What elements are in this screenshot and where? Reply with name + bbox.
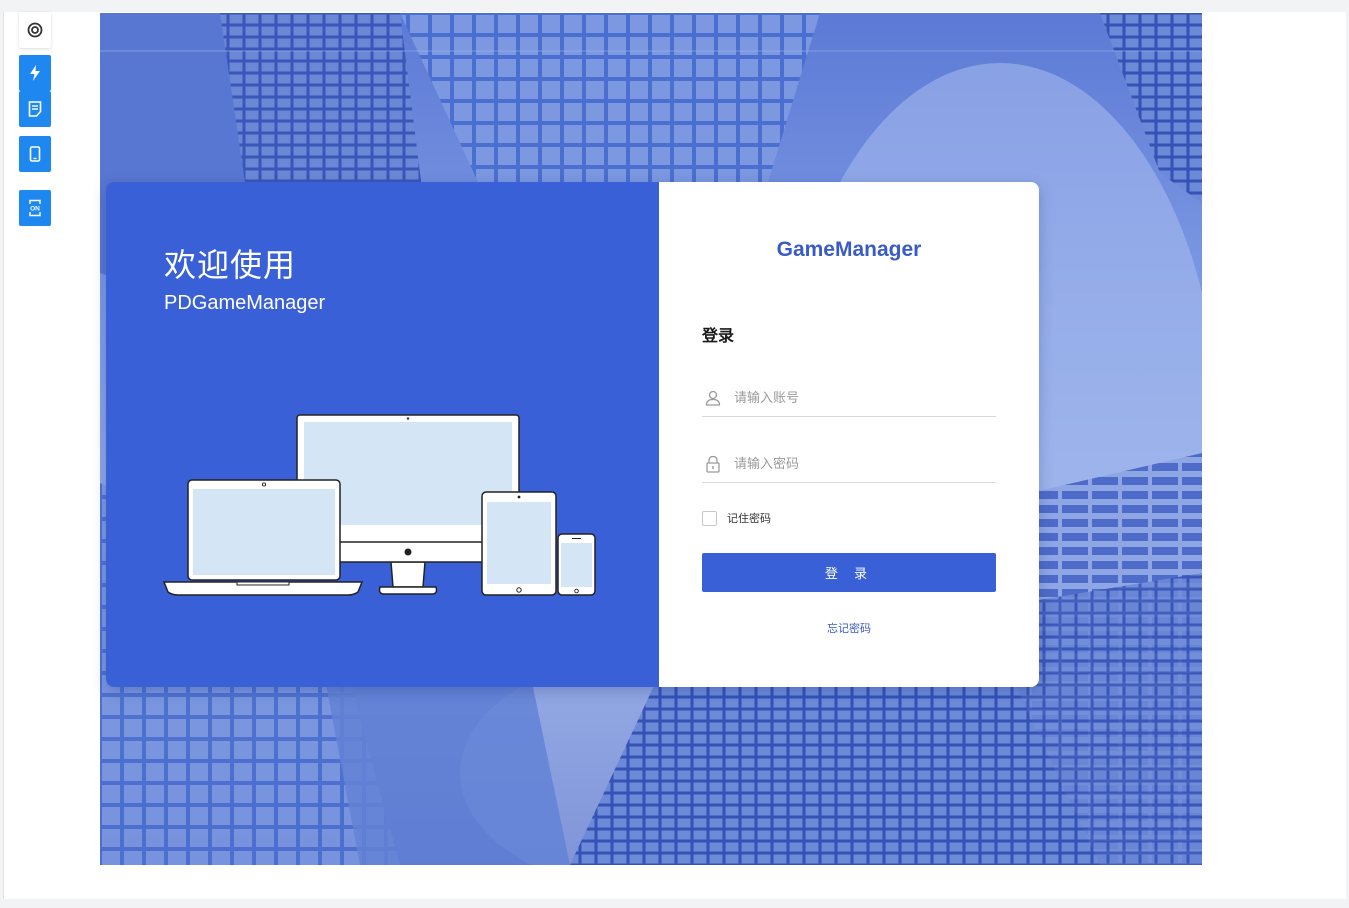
welcome-subtitle: PDGameManager — [164, 292, 326, 314]
on-toggle-icon: ON — [29, 199, 41, 217]
rail-separator — [19, 127, 51, 133]
lock-icon — [702, 453, 724, 475]
svg-text:ON: ON — [30, 206, 40, 213]
login-panel: GameManager 登录 请输入账号 记住密码 登 录 忘记密码 — [659, 182, 1039, 687]
login-heading: 登录 — [702, 326, 735, 345]
remember-password[interactable]: 记住密码 — [702, 510, 771, 526]
target-button[interactable] — [19, 12, 51, 48]
login-card: 欢迎使用 PDGameManager GameManager 登录 请输入账号 … — [106, 182, 1039, 687]
phone-icon — [557, 533, 596, 596]
mobile-button[interactable] — [19, 136, 51, 172]
login-button[interactable]: 登 录 — [702, 553, 996, 592]
remember-checkbox[interactable] — [702, 510, 717, 526]
lightning-icon — [30, 65, 40, 81]
welcome-title: 欢迎使用 — [164, 246, 297, 284]
mobile-icon — [29, 146, 41, 162]
account-input[interactable] — [732, 389, 986, 407]
laptop-icon — [162, 479, 364, 596]
brand-title: GameManager — [776, 238, 922, 261]
target-icon — [27, 22, 43, 38]
password-field — [702, 446, 996, 483]
user-icon — [702, 387, 724, 409]
forgot-password-link[interactable]: 忘记密码 — [659, 620, 1039, 636]
remember-label: 记住密码 — [727, 512, 771, 525]
tablet-icon — [481, 491, 557, 596]
devices-illustration — [162, 414, 596, 596]
document-button[interactable] — [19, 91, 51, 127]
lightning-button[interactable] — [19, 55, 51, 91]
password-input[interactable] — [732, 455, 986, 473]
document-icon — [28, 101, 42, 117]
account-field — [702, 380, 996, 417]
page: ON 欢迎使用 PDGameManager GameManager 登录 请输入… — [0, 0, 1349, 908]
on-toggle-button[interactable]: ON — [19, 190, 51, 226]
welcome-panel: 欢迎使用 PDGameManager — [106, 182, 659, 687]
